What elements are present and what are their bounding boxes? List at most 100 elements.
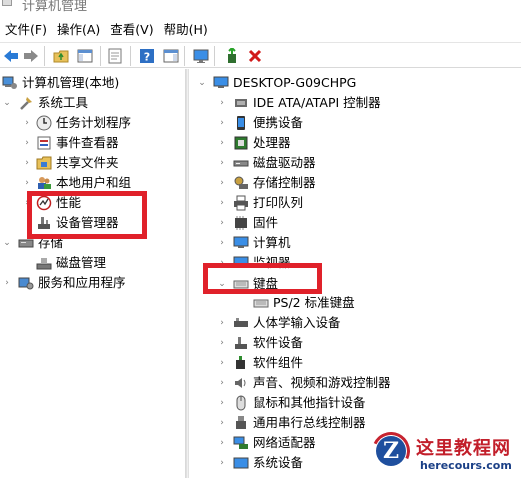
tree-item-system-tools[interactable]: ⌄ 系统工具 [2, 93, 88, 113]
chevron-right-icon[interactable]: › [217, 133, 227, 153]
tree-item-print-queues[interactable]: › 打印队列 [217, 193, 303, 213]
chevron-right-icon[interactable]: › [217, 433, 227, 453]
properties-icon[interactable] [106, 47, 124, 65]
storage-icon [18, 235, 34, 251]
event-viewer-icon [36, 135, 52, 151]
speaker-icon [233, 375, 249, 391]
portable-device-icon [233, 115, 249, 131]
hid-icon [233, 315, 249, 331]
chevron-down-icon[interactable]: ⌄ [197, 73, 207, 93]
tree-item-software-devices[interactable]: › 软件设备 [217, 333, 303, 353]
services-icon [18, 275, 34, 291]
chevron-right-icon[interactable]: › [217, 393, 227, 413]
software-component-icon [233, 355, 249, 371]
clock-icon [36, 115, 52, 131]
console-tree-pane: 计算机管理(本地) ⌄ 系统工具 › 任务计划程序 › 事件查看器 › 共享文件… [0, 69, 186, 478]
tree-item-processors[interactable]: › 处理器 [217, 133, 290, 153]
system-device-icon [233, 455, 249, 471]
tree-item-computer-root[interactable]: ⌄ DESKTOP-G09CHPG [197, 73, 356, 93]
tree-item-software-components[interactable]: › 软件组件 [217, 353, 303, 373]
firmware-icon [233, 215, 249, 231]
tree-item-local-users-groups[interactable]: › 本地用户和组 [22, 173, 131, 193]
chevron-right-icon[interactable]: › [217, 153, 227, 173]
tree-item-storage[interactable]: ⌄ 存储 [2, 233, 63, 253]
tree-item-mouse[interactable]: › 鼠标和其他指针设备 [217, 393, 366, 413]
monitor-icon[interactable] [192, 47, 210, 65]
chevron-right-icon[interactable]: › [217, 253, 227, 273]
menu-view[interactable]: 查看(V) [105, 19, 158, 41]
toolbar: ? [0, 42, 521, 68]
disk-management-icon [36, 255, 52, 271]
tree-item-monitors[interactable]: › 监视器 [217, 253, 290, 273]
chevron-right-icon[interactable]: › [2, 273, 12, 293]
computer-icon [213, 75, 229, 91]
forward-arrow-icon[interactable] [22, 47, 40, 65]
update-driver-icon[interactable] [224, 47, 242, 65]
back-arrow-icon[interactable] [2, 47, 20, 65]
tree-item-portable-devices[interactable]: › 便携设备 [217, 113, 303, 133]
chevron-right-icon[interactable]: › [217, 333, 227, 353]
display-icon [233, 255, 249, 271]
menu-action[interactable]: 操作(A) [52, 19, 105, 41]
menu-file[interactable]: 文件(F) [0, 19, 52, 41]
window-title: 计算机管理 [22, 0, 88, 14]
tree-item-firmware[interactable]: › 固件 [217, 213, 278, 233]
chevron-right-icon[interactable]: › [217, 193, 227, 213]
tree-item-disk-management[interactable]: 磁盘管理 [22, 253, 106, 273]
keyboard-icon [233, 276, 249, 292]
device-manager-icon [36, 215, 52, 231]
tree-item-shared-folders[interactable]: › 共享文件夹 [22, 153, 118, 173]
tree-item-performance[interactable]: › 性能 [22, 193, 81, 213]
tree-item-usb-controllers[interactable]: › 通用串行总线控制器 [217, 413, 365, 433]
menu-bar: 文件(F) 操作(A) 查看(V) 帮助(H) [0, 18, 521, 42]
watermark: Z 这里教程网 herecours.com [366, 426, 521, 478]
tree-item-storage-controllers[interactable]: › 存储控制器 [217, 173, 315, 193]
chevron-right-icon[interactable]: › [217, 93, 227, 113]
show-hide-action-pane-icon[interactable] [162, 47, 180, 65]
storage-controller-icon [233, 175, 249, 191]
chevron-right-icon[interactable]: › [217, 353, 227, 373]
svg-text:?: ? [144, 51, 150, 64]
help-icon[interactable]: ? [138, 47, 156, 65]
chevron-right-icon[interactable]: › [217, 233, 227, 253]
chevron-right-icon[interactable]: › [22, 173, 32, 193]
chevron-right-icon[interactable]: › [217, 313, 227, 333]
chevron-right-icon[interactable]: › [217, 173, 227, 193]
tree-item-network-adapters[interactable]: › 网络适配器 [217, 433, 315, 453]
show-hide-tree-icon[interactable] [76, 47, 94, 65]
tree-item-services-applications[interactable]: › 服务和应用程序 [2, 273, 125, 293]
chevron-right-icon[interactable]: › [217, 213, 227, 233]
chevron-right-icon[interactable]: › [217, 413, 227, 433]
tree-item-ide-ata[interactable]: › IDE ATA/ATAPI 控制器 [217, 93, 381, 113]
up-folder-icon[interactable] [52, 47, 70, 65]
tree-item-sound-video-game[interactable]: › 声音、视频和游戏控制器 [217, 373, 390, 393]
uninstall-x-icon[interactable] [246, 47, 264, 65]
tree-item-device-manager[interactable]: 设备管理器 [22, 213, 119, 233]
chevron-right-icon[interactable]: › [217, 113, 227, 133]
chevron-right-icon[interactable]: › [22, 133, 32, 153]
chevron-down-icon[interactable]: ⌄ [2, 93, 12, 113]
chevron-right-icon[interactable]: › [22, 193, 32, 213]
computer-management-icon [2, 75, 18, 91]
chevron-right-icon[interactable]: › [217, 453, 227, 473]
monitor-icon [233, 235, 249, 251]
menu-help[interactable]: 帮助(H) [159, 19, 213, 41]
chevron-down-icon[interactable]: ⌄ [2, 233, 12, 253]
tree-item-computer[interactable]: › 计算机 [217, 233, 290, 253]
title-bar: 计算机管理 [0, 0, 521, 16]
tree-item-disk-drives[interactable]: › 磁盘驱动器 [217, 153, 315, 173]
software-device-icon [233, 335, 249, 351]
network-adapter-icon [233, 435, 249, 451]
shared-folder-icon [36, 155, 52, 171]
tree-item-computer-management[interactable]: 计算机管理(本地) [2, 73, 119, 93]
tree-item-event-viewer[interactable]: › 事件查看器 [22, 133, 118, 153]
tree-item-system-devices[interactable]: › 系统设备 [217, 453, 303, 473]
tree-item-keyboards[interactable]: ⌄ 键盘 [217, 274, 337, 294]
chevron-right-icon[interactable]: › [22, 113, 32, 133]
chevron-right-icon[interactable]: › [217, 373, 227, 393]
tree-item-ps2-keyboard[interactable]: PS/2 标准键盘 [237, 293, 355, 313]
chevron-right-icon[interactable]: › [22, 153, 32, 173]
tree-item-hid[interactable]: › 人体学输入设备 [217, 313, 340, 333]
tree-item-task-scheduler[interactable]: › 任务计划程序 [22, 113, 131, 133]
chevron-down-icon[interactable]: ⌄ [217, 274, 227, 294]
